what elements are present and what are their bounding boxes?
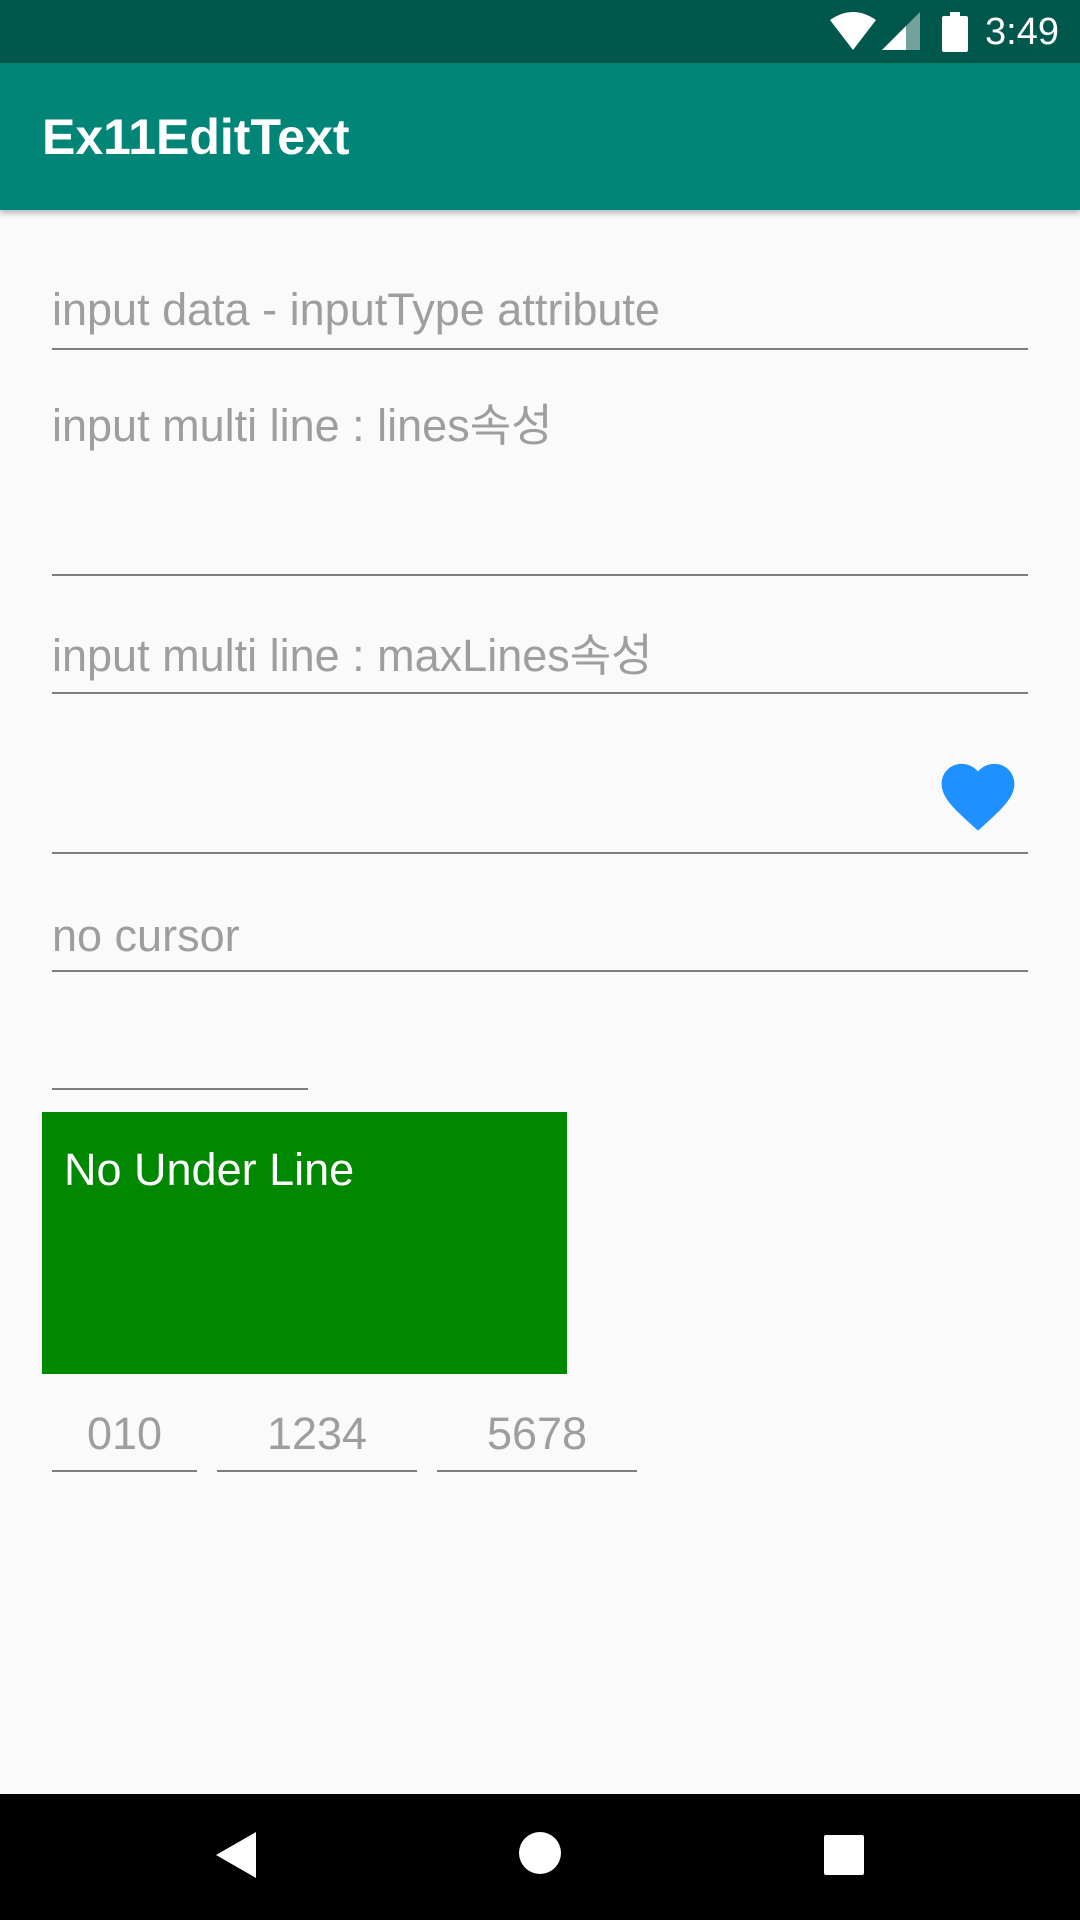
no-cursor-field[interactable]: no cursor [52,906,1028,972]
no-cursor-hint: no cursor [52,910,240,961]
phone-part1-hint: 010 [86,1408,163,1459]
no-underline-text: No Under Line [64,1144,355,1195]
signal-icon [882,12,920,50]
navigation-bar [0,1794,1080,1920]
back-icon[interactable] [216,1832,256,1878]
phone-part2-hint: 1234 [266,1408,368,1459]
home-icon[interactable] [518,1831,562,1875]
no-underline-field[interactable]: No Under Line [42,1112,567,1374]
phone-part3-field[interactable]: 5678 [437,1400,637,1472]
wifi-icon [830,12,876,50]
phone-part3-hint: 5678 [486,1408,588,1459]
input-type-hint: input data - inputType attribute [52,284,660,335]
lines-hint: input multi line : lines속성 [52,400,553,451]
battery-icon [942,12,968,52]
status-time: 3:49 [985,11,1059,53]
status-bar: 3:49 [0,0,1080,63]
app-toolbar: Ex11EditText [0,63,1080,210]
heart-icon [941,763,1015,831]
recents-icon[interactable] [824,1835,864,1875]
max-lines-field[interactable]: input multi line : maxLines속성 [52,626,1028,694]
phone-part2-field[interactable]: 1234 [217,1400,417,1472]
phone-part1-field[interactable]: 010 [52,1400,197,1472]
input-type-field[interactable]: input data - inputType attribute [52,280,1028,350]
short-field[interactable] [52,1030,308,1090]
max-lines-hint: input multi line : maxLines속성 [52,630,653,681]
app-title: Ex11EditText [42,109,350,165]
drawable-field[interactable] [52,740,1028,854]
lines-field[interactable]: input multi line : lines속성 [52,398,1028,576]
